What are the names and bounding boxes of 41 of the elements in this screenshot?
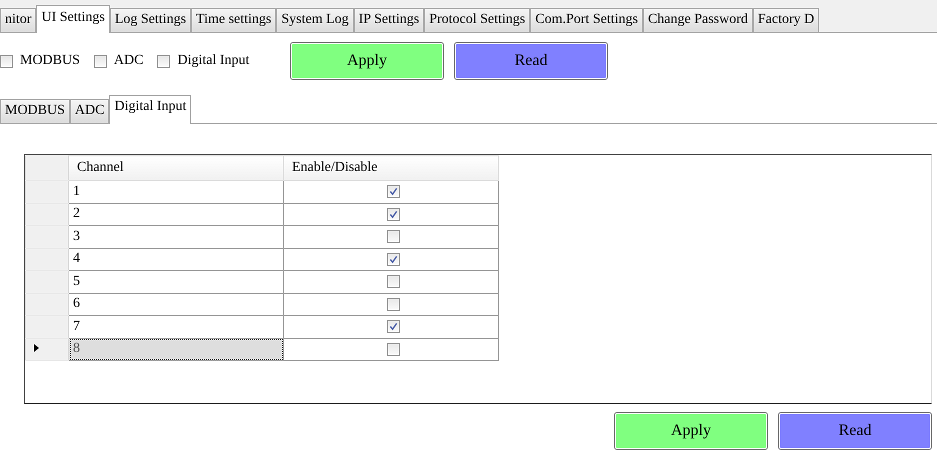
read-button[interactable]: Read <box>778 412 932 450</box>
settings-tab[interactable]: Time settings <box>191 8 276 32</box>
settings-tab[interactable]: IP Settings <box>354 8 424 32</box>
section-tab[interactable]: Digital Input <box>109 95 192 124</box>
settings-tab[interactable]: Protocol Settings <box>424 8 530 32</box>
checkbox[interactable] <box>0 54 13 68</box>
settings-tab[interactable]: Com.Port Settings <box>530 8 643 32</box>
checkbox[interactable] <box>157 54 170 68</box>
settings-tab[interactable]: System Log <box>276 8 354 32</box>
table-cell: 2 <box>68 203 284 226</box>
settings-tab[interactable]: Factory D <box>752 8 820 32</box>
column-header[interactable]: Channel <box>68 156 284 180</box>
checkbox[interactable] <box>386 252 400 266</box>
table-cell: 6 <box>68 293 284 316</box>
apply-button[interactable]: Apply <box>614 412 768 450</box>
table-cell: 8 <box>68 338 284 360</box>
section-tab[interactable]: MODBUS <box>0 99 70 123</box>
checkbox-label: Digital Input <box>177 53 250 69</box>
table-cell: 3 <box>68 226 284 248</box>
column-header[interactable]: Enable/Disable <box>284 156 498 180</box>
table-cell: 1 <box>68 180 284 203</box>
checkbox[interactable] <box>386 320 400 334</box>
checkbox-label: MODBUS <box>20 53 80 69</box>
checkbox[interactable] <box>386 185 400 198</box>
checkbox[interactable] <box>386 275 400 288</box>
settings-tab[interactable]: Log Settings <box>110 8 192 32</box>
apply-button[interactable]: Apply <box>290 42 444 80</box>
checkbox[interactable] <box>386 208 400 221</box>
checkbox[interactable] <box>94 54 107 68</box>
checkbox[interactable] <box>386 298 400 311</box>
checkbox-label: ADC <box>114 53 144 69</box>
table-cell: 7 <box>68 316 284 338</box>
settings-tab[interactable]: Change Password <box>642 8 753 32</box>
settings-tab[interactable]: nitor <box>0 8 36 32</box>
checkbox[interactable] <box>386 230 400 244</box>
table-cell: 4 <box>68 248 284 270</box>
table-cell: 5 <box>68 270 284 293</box>
checkbox[interactable] <box>386 342 400 356</box>
read-button[interactable]: Read <box>454 42 608 80</box>
settings-tab[interactable]: UI Settings <box>36 5 110 33</box>
section-tab[interactable]: ADC <box>70 99 110 123</box>
